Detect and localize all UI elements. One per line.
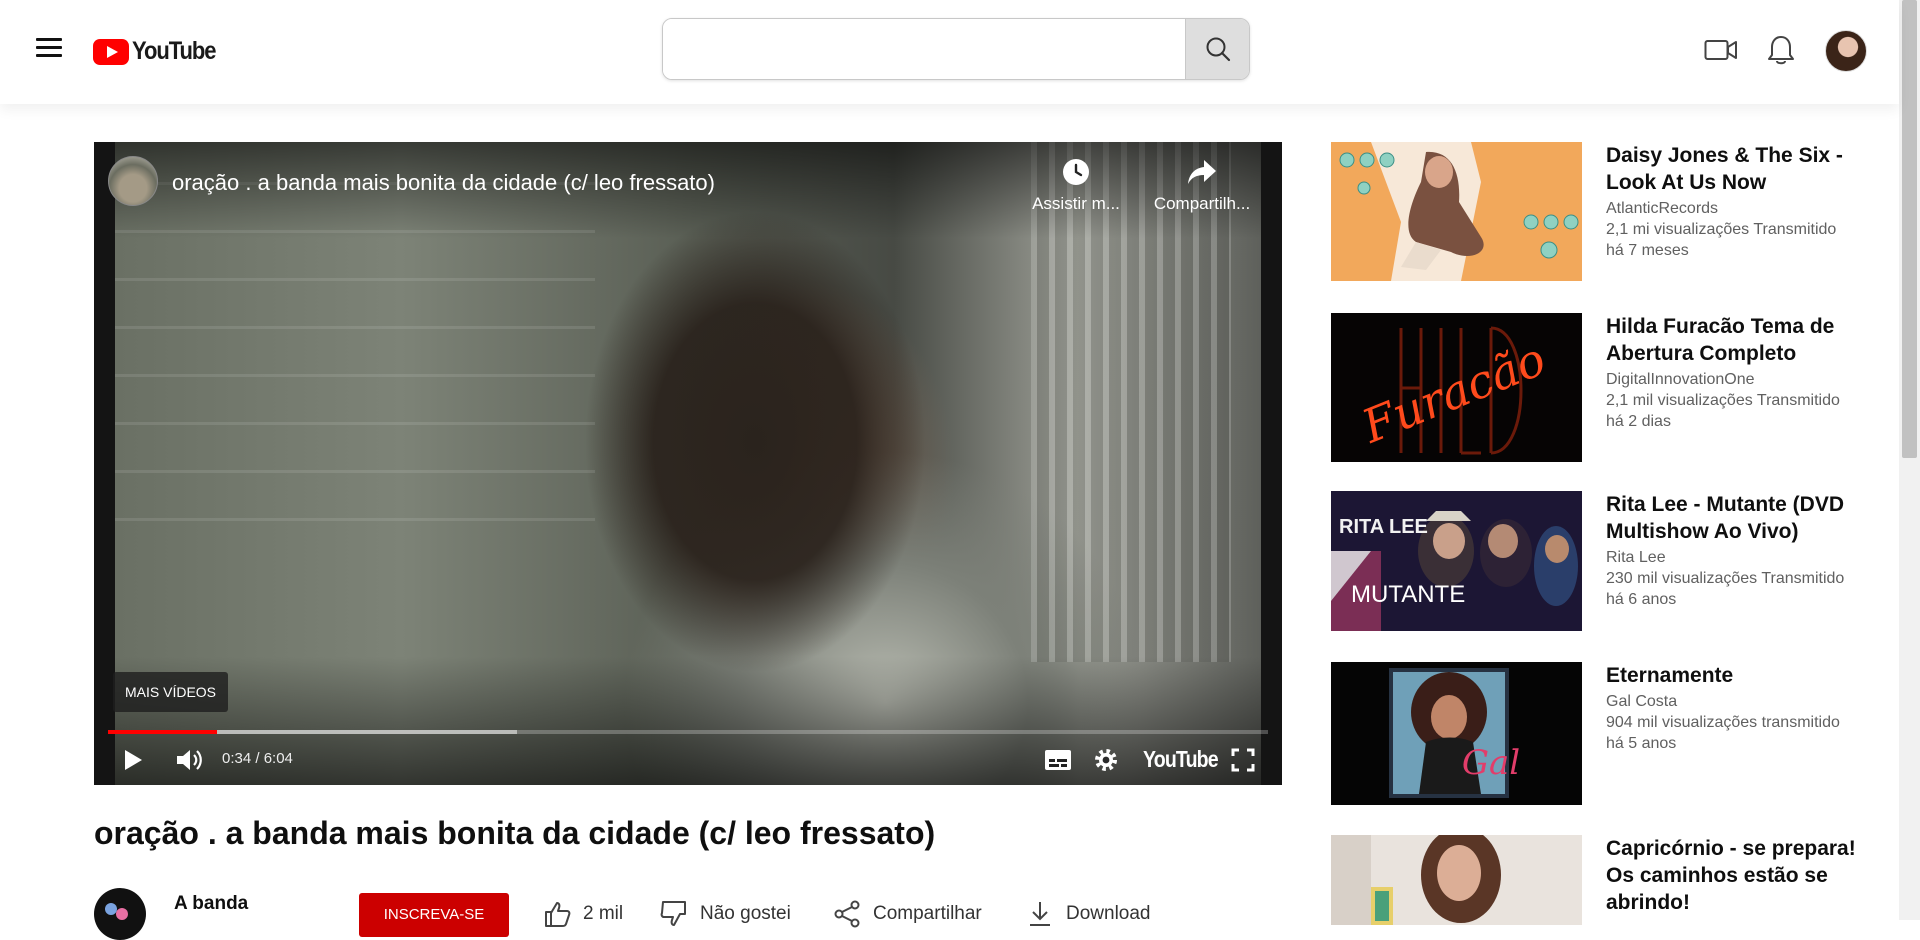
fullscreen-button[interactable] — [1228, 744, 1258, 776]
channel-avatar[interactable] — [94, 888, 146, 940]
video-thumbnail: Furacão — [1331, 313, 1582, 462]
like-count: 2 mil — [583, 903, 624, 924]
recommended-video-title[interactable]: Hilda Furacão Tema de Abertura Completo — [1606, 313, 1876, 367]
dislike-button[interactable]: Não gostei — [660, 900, 791, 928]
search-bar — [662, 18, 1250, 80]
video-vignette — [115, 142, 1261, 785]
gear-icon — [1095, 749, 1117, 771]
dislike-label: Não gostei — [700, 903, 791, 924]
download-label: Download — [1066, 903, 1151, 924]
play-button[interactable] — [118, 744, 148, 776]
recommended-video-age: há 6 anos — [1606, 591, 1677, 608]
subtitles-icon — [1045, 750, 1071, 770]
video-thumbnail: RITA LEE MUTANTE — [1331, 491, 1582, 631]
thumbnail-text: Gal — [1462, 743, 1520, 783]
youtube-play-icon — [93, 38, 129, 65]
recommended-video-views: 2,1 mi visualizações Transmitido — [1606, 221, 1837, 238]
video-player[interactable]: oração . a banda mais bonita da cidade (… — [94, 142, 1282, 785]
recommended-video-info: Rita Lee - Mutante (DVD Multishow Ao Viv… — [1606, 491, 1876, 610]
video-frame — [115, 142, 1261, 785]
channel-avatar-overlay[interactable] — [108, 156, 158, 206]
recommended-video-views: 2,1 mil visualizações Transmitido — [1606, 392, 1840, 409]
share-button[interactable]: Compartilhar — [833, 900, 982, 928]
share-icon — [834, 900, 860, 928]
watch-later-button[interactable]: Assistir m... — [1021, 156, 1131, 214]
recommended-video-channel[interactable]: AtlanticRecords — [1606, 198, 1876, 219]
share-overlay-button[interactable]: Compartilh... — [1147, 156, 1257, 214]
search-icon — [1206, 37, 1230, 62]
volume-icon — [177, 750, 202, 770]
recommended-video-info: Daisy Jones & The Six - Look At Us Now A… — [1606, 142, 1876, 261]
channel-name[interactable]: A banda — [174, 893, 248, 915]
video-thumbnail — [1331, 835, 1582, 925]
video-thumbnail: Gal — [1331, 662, 1582, 805]
menu-icon[interactable] — [36, 38, 62, 62]
settings-button[interactable] — [1090, 744, 1122, 776]
watch-later-label: Assistir m... — [1032, 194, 1120, 213]
share-arrow-icon — [1188, 160, 1216, 184]
volume-button[interactable] — [173, 744, 207, 776]
bell-icon[interactable] — [1767, 34, 1795, 71]
share-overlay-label: Compartilh... — [1153, 194, 1251, 213]
progress-played — [108, 730, 218, 734]
fullscreen-icon — [1231, 748, 1255, 772]
scrollbar-thumb[interactable] — [1902, 0, 1917, 458]
play-icon — [125, 750, 142, 770]
recommended-video-title[interactable]: Capricórnio - se prepara! Os caminhos es… — [1606, 835, 1876, 916]
recommended-video-age: há 2 dias — [1606, 413, 1671, 430]
search-button[interactable] — [1185, 19, 1249, 79]
video-title: oração . a banda mais bonita da cidade (… — [94, 815, 936, 851]
recommended-video-channel[interactable]: Gal Costa — [1606, 691, 1876, 712]
thumbs-down-icon — [660, 901, 686, 926]
recommended-video-views: 230 mil visualizações Transmitido — [1606, 570, 1845, 587]
thumbs-up-icon — [545, 902, 571, 927]
time-display: 0:34 / 6:04 — [222, 750, 293, 767]
recommended-video-info: Eternamente Gal Costa 904 mil visualizaç… — [1606, 662, 1876, 754]
download-button[interactable]: Download — [1026, 900, 1151, 928]
thumbnail-text-top: RITA LEE — [1339, 516, 1428, 538]
subscribe-button[interactable]: INSCREVA-SE — [359, 893, 509, 937]
thumbnail-text: MUTANTE — [1351, 581, 1465, 608]
share-label: Compartilhar — [873, 903, 982, 924]
recommended-video-title[interactable]: Rita Lee - Mutante (DVD Multishow Ao Viv… — [1606, 491, 1876, 545]
clock-icon — [1063, 159, 1089, 185]
recommended-video-views: 904 mil visualizações transmitido — [1606, 714, 1840, 731]
video-camera-icon[interactable] — [1704, 38, 1738, 67]
youtube-logo[interactable]: YouTube — [93, 37, 227, 66]
more-videos-button[interactable]: MAIS VÍDEOS — [113, 672, 229, 712]
recommended-video-info: Hilda Furacão Tema de Abertura Completo … — [1606, 313, 1876, 432]
logo-text: YouTube — [132, 37, 217, 65]
progress-bar[interactable] — [108, 730, 1268, 734]
download-icon — [1030, 902, 1050, 926]
recommended-video-age: há 7 meses — [1606, 242, 1689, 259]
recommended-video-title[interactable]: Daisy Jones & The Six - Look At Us Now — [1606, 142, 1876, 196]
recommended-video-channel[interactable]: DigitalInnovationOne — [1606, 369, 1876, 390]
player-overlay-title[interactable]: oração . a banda mais bonita da cidade (… — [172, 170, 715, 196]
recommended-video-channel[interactable]: Rita Lee — [1606, 547, 1876, 568]
top-header: YouTube — [0, 0, 1899, 104]
recommended-video-age: há 5 anos — [1606, 735, 1677, 752]
recommended-video-info: Capricórnio - se prepara! Os caminhos es… — [1606, 835, 1876, 916]
recommended-video-title[interactable]: Eternamente — [1606, 662, 1876, 689]
subtitles-button[interactable] — [1042, 744, 1074, 776]
video-thumbnail — [1331, 142, 1582, 281]
like-button[interactable]: 2 mil — [543, 900, 623, 928]
page-scrollbar[interactable] — [1899, 0, 1920, 920]
user-avatar[interactable] — [1825, 30, 1867, 72]
search-input[interactable] — [663, 19, 1185, 79]
youtube-watermark-button[interactable]: YouTube — [1143, 746, 1219, 773]
